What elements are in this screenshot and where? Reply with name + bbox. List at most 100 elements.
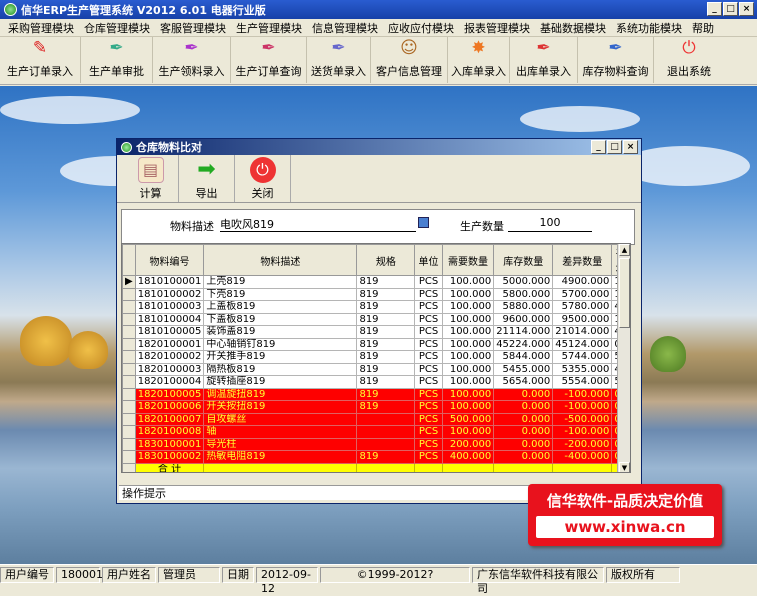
close-dialog-button[interactable]: ⏻ 关闭	[235, 155, 291, 202]
cell-diff[interactable]: -100.000	[552, 400, 613, 414]
minimize-button[interactable]: _	[707, 2, 722, 16]
cell-need[interactable]: 100.000	[441, 300, 495, 314]
scroll-thumb[interactable]	[619, 258, 630, 328]
cell-code[interactable]: 1810100003	[134, 300, 205, 314]
cell-desc[interactable]: 中心轴销钉819	[203, 337, 358, 351]
cell-spec[interactable]: 819	[356, 300, 416, 314]
column-header[interactable]: 物料编号	[134, 244, 205, 276]
menu-reports[interactable]: 报表管理模块	[459, 20, 535, 36]
menu-help[interactable]: 帮助	[687, 20, 719, 36]
cell-stock[interactable]: 0.000	[493, 387, 554, 401]
cell-code[interactable]: 1830100002	[134, 450, 205, 464]
row-header-cell[interactable]	[122, 375, 136, 389]
cell-spec[interactable]	[356, 425, 416, 439]
cell-desc[interactable]: 调温旋扭819	[203, 387, 358, 401]
toolbar-production-order-query[interactable]: ✒ 生产订单查询	[231, 37, 307, 83]
toolbar-production-order-entry[interactable]: ✎ 生产订单录入	[0, 37, 81, 83]
cell-need[interactable]: 100.000	[441, 350, 495, 364]
cell-code[interactable]: 1810100002	[134, 287, 205, 301]
export-button[interactable]: ➡ 导出	[179, 155, 235, 202]
cell-diff[interactable]: 5554.000	[552, 375, 613, 389]
cell-unit[interactable]: PCS	[414, 412, 443, 426]
scroll-down-arrow-icon[interactable]: ▼	[619, 462, 630, 472]
row-header-cell[interactable]	[122, 362, 136, 376]
cell-desc[interactable]: 下盖板819	[203, 312, 358, 326]
cell-diff[interactable]: -400.000	[552, 450, 613, 464]
cell-diff[interactable]: -100.000	[552, 425, 613, 439]
toolbar-customer-info[interactable]: ☺ 客户信息管理	[371, 37, 448, 83]
cell-spec[interactable]	[356, 437, 416, 451]
cell-spec[interactable]: 819	[356, 450, 416, 464]
menu-system[interactable]: 系统功能模块	[611, 20, 687, 36]
menu-warehouse[interactable]: 仓库管理模块	[79, 20, 155, 36]
grid-vertical-scrollbar[interactable]: ▲ ▼	[617, 244, 630, 472]
cell-unit[interactable]: PCS	[414, 325, 443, 339]
cell-diff[interactable]: 5744.000	[552, 350, 613, 364]
row-header-cell[interactable]	[122, 387, 136, 401]
cell-stock[interactable]: 0.000	[493, 425, 554, 439]
toolbar-delivery-entry[interactable]: ✒ 送货单录入	[307, 37, 371, 83]
row-header-cell[interactable]	[122, 400, 136, 414]
table-row[interactable]: 1810100004 下盖板819 819 PCS 100.000 9600.000 950…	[122, 312, 630, 326]
column-header[interactable]: 差异数量	[552, 244, 613, 276]
cell-stock[interactable]: 5844.000	[493, 350, 554, 364]
table-row[interactable]: 1820100002 开关推手819 819 PCS 100.000 5844.000 57…	[122, 350, 630, 364]
cell-need[interactable]: 100.000	[441, 275, 495, 289]
toolbar-outbound-entry[interactable]: ✒ 出库单录入	[510, 37, 578, 83]
table-row[interactable]: 1820100003 隔热板819 819 PCS 100.000 5455.000 535…	[122, 362, 630, 376]
cell-desc[interactable]: 轴	[203, 425, 358, 439]
table-row[interactable]: 1820100001 中心轴销钉819 819 PCS 100.000 45224.000…	[122, 337, 630, 351]
cell-need[interactable]: 100.000	[441, 362, 495, 376]
cell-stock[interactable]: 5000.000	[493, 275, 554, 289]
cell-spec[interactable]: 819	[356, 287, 416, 301]
row-header-cell[interactable]	[122, 287, 136, 301]
menu-information[interactable]: 信息管理模块	[307, 20, 383, 36]
cell-need[interactable]: 100.000	[441, 400, 495, 414]
cell-diff[interactable]: -100.000	[552, 387, 613, 401]
cell-desc[interactable]: 开关推手819	[203, 350, 358, 364]
menu-basic-data[interactable]: 基础数据模块	[535, 20, 611, 36]
cell-diff[interactable]: 45124.000	[552, 337, 613, 351]
cell-diff[interactable]: 9500.000	[552, 312, 613, 326]
cell-code[interactable]: 1810100004	[134, 312, 205, 326]
cell-diff[interactable]: 5780.000	[552, 300, 613, 314]
cell-unit[interactable]: PCS	[414, 375, 443, 389]
calculate-button[interactable]: ▤ 计算	[123, 155, 179, 202]
cell-stock[interactable]: 45224.000	[493, 337, 554, 351]
row-header-cell[interactable]	[122, 437, 136, 451]
toolbar-inbound-entry[interactable]: ✸ 入库单录入	[448, 37, 510, 83]
table-row[interactable]: 1810100005 装饰盖819 819 PCS 100.000 21114.000 21…	[122, 325, 630, 339]
cell-desc[interactable]: 下壳819	[203, 287, 358, 301]
cell-stock[interactable]: 5880.000	[493, 300, 554, 314]
cell-stock[interactable]: 21114.000	[493, 325, 554, 339]
cell-desc[interactable]: 隔热板819	[203, 362, 358, 376]
dialog-minimize-button[interactable]: _	[591, 140, 606, 154]
cell-need[interactable]: 100.000	[441, 325, 495, 339]
cell-diff[interactable]: 5700.000	[552, 287, 613, 301]
menu-receivable-payable[interactable]: 应收应付模块	[383, 20, 459, 36]
scroll-up-arrow-icon[interactable]: ▲	[619, 244, 630, 256]
cell-desc[interactable]: 旋转插座819	[203, 375, 358, 389]
cell-unit[interactable]: PCS	[414, 362, 443, 376]
menu-production[interactable]: 生产管理模块	[231, 20, 307, 36]
cell-stock[interactable]: 5455.000	[493, 362, 554, 376]
cell-unit[interactable]: PCS	[414, 450, 443, 464]
cell-diff[interactable]: 5355.000	[552, 362, 613, 376]
column-header[interactable]: 需要数量	[441, 244, 495, 276]
maximize-button[interactable]: □	[723, 2, 738, 16]
row-header-cell[interactable]	[122, 300, 136, 314]
cell-need[interactable]: 100.000	[441, 337, 495, 351]
cell-desc[interactable]: 自攻螺丝	[203, 412, 358, 426]
cell-spec[interactable]: 819	[356, 375, 416, 389]
cell-spec[interactable]: 819	[356, 387, 416, 401]
cell-stock[interactable]: 5800.000	[493, 287, 554, 301]
cell-stock[interactable]: 0.000	[493, 400, 554, 414]
cell-code[interactable]: 1820100008	[134, 425, 205, 439]
table-row[interactable]: 1820100004 旋转插座819 819 PCS 100.000 5654.000 55…	[122, 375, 630, 389]
cell-code[interactable]: 1820100007	[134, 412, 205, 426]
cell-desc[interactable]: 热敏电阻819	[203, 450, 358, 464]
cell-code[interactable]: 1820100002	[134, 350, 205, 364]
current-row-pointer-icon[interactable]: ▶	[122, 275, 136, 289]
cell-spec[interactable]: 819	[356, 325, 416, 339]
cell-code[interactable]: 1810100005	[134, 325, 205, 339]
